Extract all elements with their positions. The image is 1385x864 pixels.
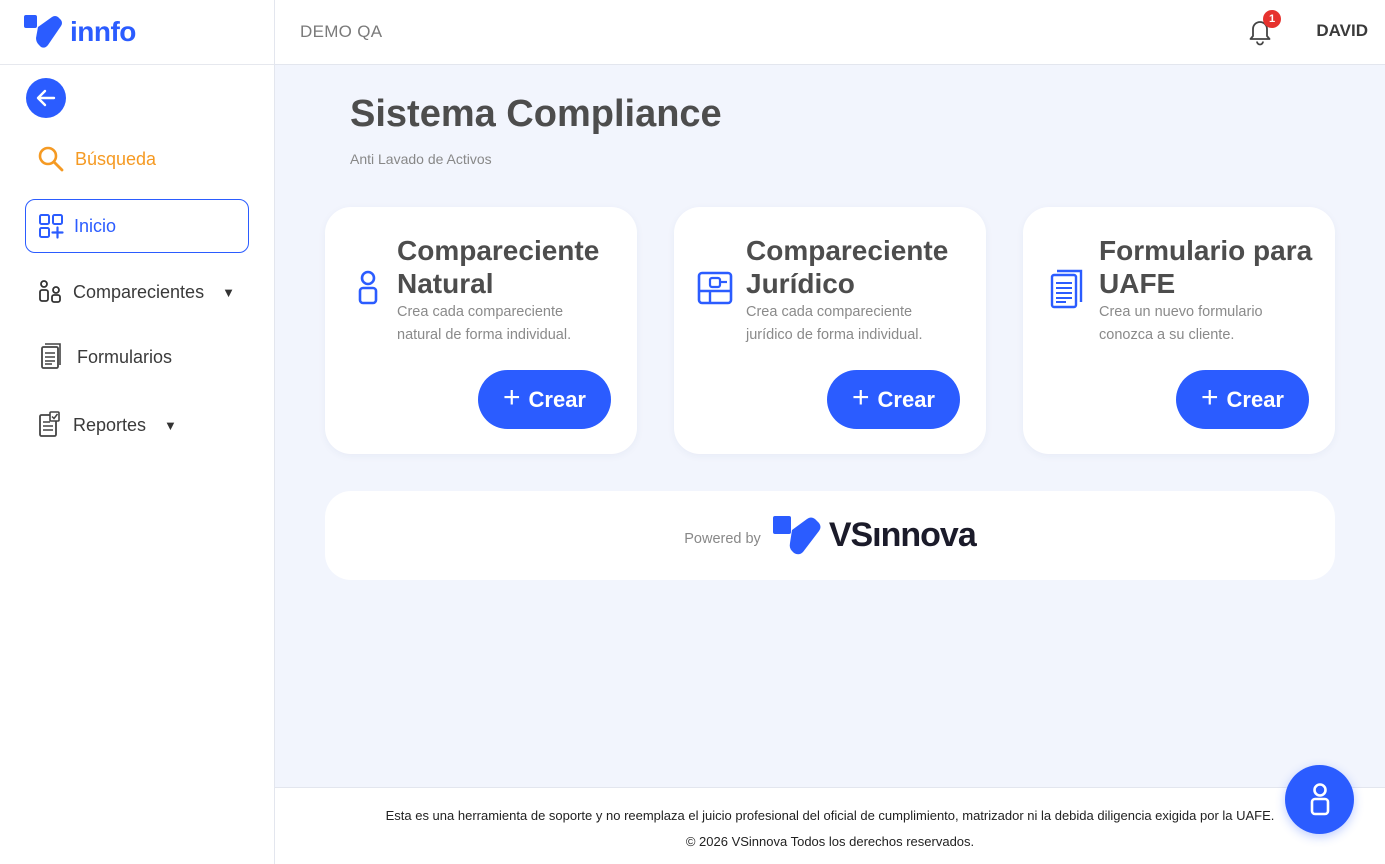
card-description: Crea cada compareciente natural de forma… bbox=[397, 304, 572, 343]
vsinnova-wordmark: VSınnova bbox=[828, 516, 977, 554]
sidebar-item-label: Formularios bbox=[77, 346, 173, 367]
notifications-button[interactable]: 1 bbox=[1245, 10, 1281, 46]
person-icon bbox=[1310, 782, 1329, 815]
environment-label: DEMO QA bbox=[300, 22, 383, 41]
report-icon bbox=[39, 411, 60, 437]
sidebar-item-inicio[interactable]: Inicio bbox=[25, 199, 249, 253]
footer-copyright: © 2026 VSinnova Todos los derechos reser… bbox=[685, 834, 975, 849]
card-compareciente-natural: Compareciente Natural Crea cada comparec… bbox=[325, 207, 637, 454]
sidebar-item-label: Reportes bbox=[73, 414, 147, 435]
people-icon bbox=[39, 280, 61, 303]
caret-down-icon: ▼ bbox=[164, 417, 177, 433]
sidebar-item-label: Inicio bbox=[74, 215, 117, 236]
document-icon bbox=[41, 343, 61, 369]
user-menu[interactable]: DAVID bbox=[1316, 21, 1368, 41]
crear-juridico-button[interactable]: + Crear bbox=[827, 370, 960, 429]
card-description: Crea un nuevo formulario conozca a su cl… bbox=[1099, 304, 1263, 343]
innfo-logo[interactable]: innfo bbox=[24, 15, 136, 49]
footer-disclaimer: Esta es una herramienta de soporte y no … bbox=[385, 808, 1275, 823]
person-icon bbox=[358, 270, 378, 305]
powered-by-label: Powered by bbox=[684, 530, 761, 547]
top-bar: DEMO QA 1 DAVID bbox=[275, 0, 1385, 65]
page-title: Sistema Compliance bbox=[350, 93, 722, 135]
card-title: Compareciente Natural bbox=[397, 235, 600, 299]
arrow-left-icon bbox=[36, 89, 56, 107]
plus-icon: + bbox=[1200, 381, 1219, 414]
sidebar-item-reportes[interactable]: Reportes ▼ bbox=[25, 398, 249, 452]
vsinnova-logo-mark-icon bbox=[772, 515, 821, 554]
sidebar-item-busqueda[interactable]: Búsqueda bbox=[25, 132, 249, 186]
brand-name: innfo bbox=[70, 16, 136, 47]
crear-natural-button[interactable]: + Crear bbox=[478, 370, 611, 429]
crear-formulario-button[interactable]: + Crear bbox=[1176, 370, 1309, 429]
sidebar-item-formularios[interactable]: Formularios bbox=[25, 330, 249, 384]
innfo-logo-mark-icon bbox=[24, 15, 62, 48]
card-description: Crea cada compareciente jurídico de form… bbox=[746, 304, 923, 343]
button-label: Crear bbox=[877, 386, 935, 412]
sidebar-item-comparecientes[interactable]: Comparecientes ▼ bbox=[25, 265, 249, 319]
plus-icon: + bbox=[851, 381, 870, 414]
powered-by-banner: Powered by VSınnova bbox=[325, 491, 1335, 580]
search-icon bbox=[38, 146, 64, 172]
company-icon bbox=[697, 271, 733, 305]
button-label: Crear bbox=[528, 386, 586, 412]
page-subtitle: Anti Lavado de Activos bbox=[350, 151, 492, 167]
logo-bar: innfo bbox=[0, 0, 274, 65]
button-label: Crear bbox=[1226, 386, 1284, 412]
card-formulario-uafe: Formulario para UAFE Crea un nuevo formu… bbox=[1023, 207, 1335, 454]
card-title: Compareciente Jurídico bbox=[746, 235, 949, 299]
grid-plus-icon bbox=[39, 214, 64, 239]
profile-fab-button[interactable] bbox=[1285, 765, 1354, 834]
notification-badge: 1 bbox=[1263, 10, 1281, 28]
sidebar-item-label: Búsqueda bbox=[75, 148, 157, 169]
form-icon bbox=[1050, 269, 1083, 309]
sidebar: innfo Búsqueda Inicio Comparecientes ▼ F… bbox=[0, 0, 275, 864]
vsinnova-logo: VSınnova bbox=[772, 515, 977, 556]
sidebar-item-label: Comparecientes bbox=[73, 281, 205, 302]
card-compareciente-juridico: Compareciente Jurídico Crea cada compare… bbox=[674, 207, 986, 454]
caret-down-icon: ▼ bbox=[222, 284, 235, 300]
back-button[interactable] bbox=[26, 78, 66, 118]
plus-icon: + bbox=[502, 381, 521, 414]
footer: Esta es una herramienta de soporte y no … bbox=[275, 787, 1385, 864]
card-title: Formulario para UAFE bbox=[1099, 235, 1313, 299]
